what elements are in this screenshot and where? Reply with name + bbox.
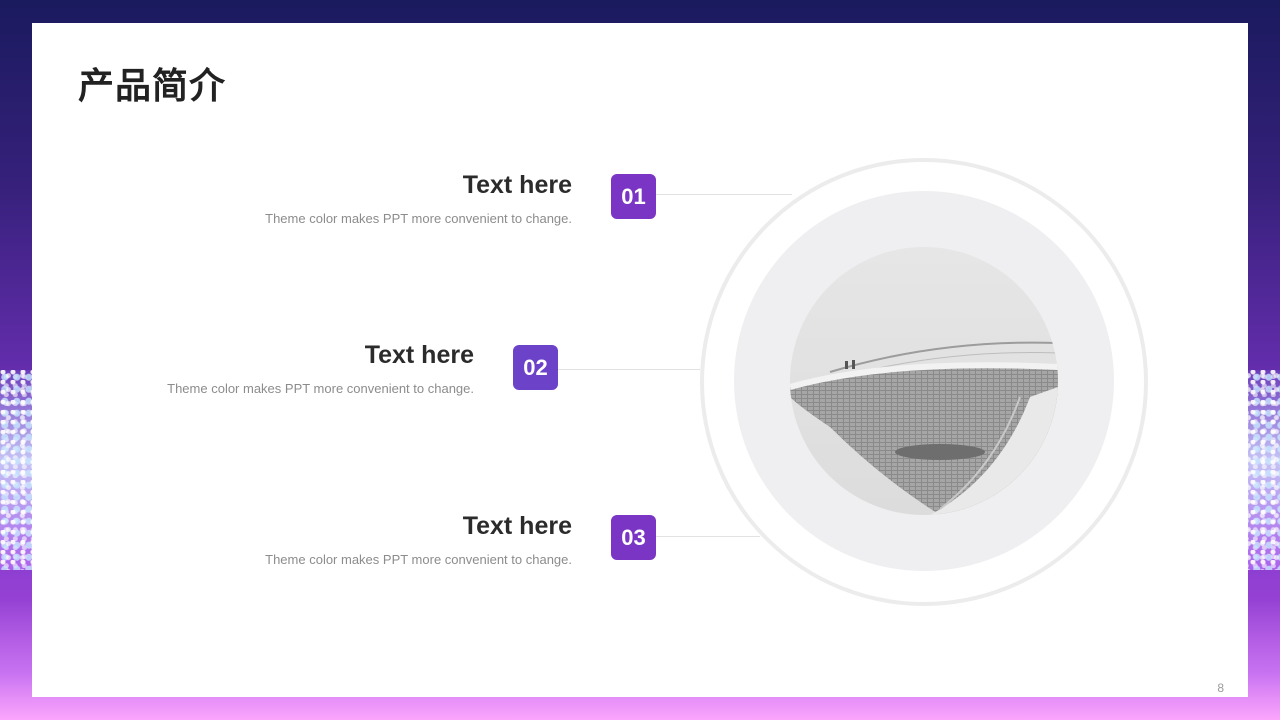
number-badge-02: 02: [513, 345, 558, 390]
item-03: Text here Theme color makes PPT more con…: [232, 512, 572, 572]
slide-canvas: 产品简介 Text here Theme color makes PPT mor…: [32, 23, 1248, 697]
item-heading: Text here: [462, 512, 572, 540]
connector-line-02: [558, 369, 700, 370]
architecture-photo: [790, 247, 1058, 515]
connector-line-03: [656, 536, 760, 537]
item-heading: Text here: [462, 171, 572, 199]
item-description: Theme color makes PPT more convenient to…: [265, 211, 572, 226]
number-badge-03: 03: [611, 515, 656, 560]
page-number: 8: [1217, 681, 1224, 695]
item-02: Text here Theme color makes PPT more con…: [132, 341, 474, 401]
item-01: Text here Theme color makes PPT more con…: [232, 171, 572, 231]
page-title: 产品简介: [78, 66, 227, 107]
item-heading: Text here: [364, 341, 474, 369]
number-badge-01: 01: [611, 174, 656, 219]
connector-line-01: [656, 194, 792, 195]
item-description: Theme color makes PPT more convenient to…: [265, 552, 572, 567]
item-description: Theme color makes PPT more convenient to…: [167, 381, 474, 396]
architecture-photo-icon: [790, 247, 1058, 515]
